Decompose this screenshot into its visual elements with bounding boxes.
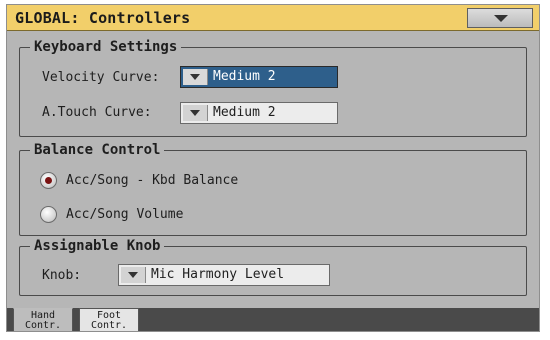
radio-selected-dot	[45, 177, 52, 184]
atouch-curve-value: Medium 2	[213, 105, 276, 120]
chevron-down-icon	[190, 110, 200, 116]
chevron-down-icon	[494, 15, 508, 22]
velocity-curve-label: Velocity Curve:	[42, 70, 160, 85]
velocity-curve-value: Medium 2	[213, 69, 276, 84]
tab-foot-controllers[interactable]: Foot Contr.	[79, 308, 139, 331]
knob-value: Mic Harmony Level	[151, 267, 285, 282]
balance-radio-acc-kbd[interactable]	[40, 172, 57, 189]
assignable-knob-group: Assignable Knob Knob: Mic Harmony Level	[19, 237, 527, 296]
atouch-curve-label: A.Touch Curve:	[42, 105, 152, 120]
controllers-window: GLOBAL: Controllers Keyboard Settings Ve…	[6, 4, 540, 332]
page-title: GLOBAL: Controllers	[15, 9, 191, 27]
balance-option-acc-kbd-label[interactable]: Acc/Song - Kbd Balance	[66, 173, 238, 188]
keyboard-settings-group: Keyboard Settings Velocity Curve: Medium…	[19, 38, 527, 137]
tab-hand-line2: Contr.	[24, 320, 62, 331]
dropdown-arrow-button[interactable]	[183, 105, 208, 121]
balance-control-title: Balance Control	[30, 141, 165, 159]
chevron-down-icon	[190, 74, 200, 80]
chevron-down-icon	[128, 272, 138, 278]
tab-foot-line2: Contr.	[90, 320, 128, 331]
knob-dropdown[interactable]: Mic Harmony Level	[118, 264, 330, 286]
keyboard-settings-title: Keyboard Settings	[30, 38, 182, 56]
tab-hand-controllers[interactable]: Hand Contr.	[13, 308, 73, 331]
assignable-knob-title: Assignable Knob	[30, 237, 165, 255]
page-menu-button[interactable]	[467, 8, 533, 28]
dropdown-arrow-button[interactable]	[183, 69, 208, 85]
balance-radio-acc-volume[interactable]	[40, 206, 57, 223]
balance-option-acc-volume-label[interactable]: Acc/Song Volume	[66, 207, 183, 222]
knob-label: Knob:	[42, 268, 82, 283]
balance-control-group: Balance Control Acc/Song - Kbd Balance A…	[19, 141, 527, 236]
title-bar: GLOBAL: Controllers	[7, 5, 539, 31]
velocity-curve-dropdown[interactable]: Medium 2	[180, 66, 338, 88]
dropdown-arrow-button[interactable]	[121, 267, 146, 283]
atouch-curve-dropdown[interactable]: Medium 2	[180, 102, 338, 124]
